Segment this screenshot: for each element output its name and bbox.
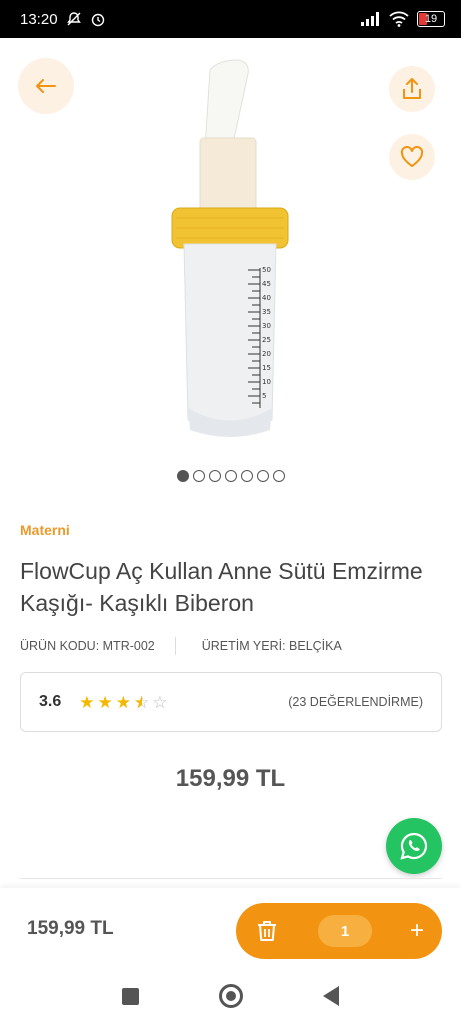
status-time: 13:20: [20, 10, 58, 28]
system-nav-bar: [0, 968, 461, 1024]
heart-icon: [400, 146, 424, 167]
cart-price: 159,99 TL: [27, 918, 114, 939]
favorite-button[interactable]: [389, 134, 435, 180]
product-price: 159,99 TL: [175, 765, 286, 792]
back-button[interactable]: [18, 58, 74, 114]
product-code: ÜRÜN KODU: MTR-002: [20, 639, 155, 653]
star-icon: ☆: [134, 694, 149, 711]
rating-box[interactable]: 3.6 ★★★☆☆ (23 DEĞERLENDİRME): [20, 672, 442, 732]
alarm-icon: [91, 13, 104, 27]
trash-icon: [258, 921, 276, 941]
carousel-dot[interactable]: [192, 470, 205, 482]
home-icon[interactable]: [219, 984, 243, 1008]
carousel-dot[interactable]: [256, 470, 269, 482]
carousel-dot[interactable]: [240, 470, 253, 482]
share-button[interactable]: [389, 66, 435, 112]
product-meta: ÜRÜN KODU: MTR-002 ÜRETİM YERİ: BELÇİKA: [20, 637, 440, 655]
svg-text:25: 25: [262, 336, 271, 344]
review-count[interactable]: (23 DEĞERLENDİRME): [288, 695, 423, 709]
remove-from-cart-button[interactable]: [242, 906, 292, 956]
brand-name[interactable]: Materni: [20, 522, 70, 538]
share-icon: [403, 78, 421, 99]
carousel-indicator: [0, 470, 461, 482]
svg-text:30: 30: [262, 322, 271, 330]
svg-text:20: 20: [262, 350, 271, 358]
star-icon: ★: [79, 692, 95, 712]
svg-text:15: 15: [262, 364, 271, 372]
carousel-dot[interactable]: [176, 470, 189, 482]
svg-text:5: 5: [262, 392, 266, 400]
status-bar: 13:20 19: [0, 0, 461, 38]
svg-text:40: 40: [262, 294, 271, 302]
whatsapp-button[interactable]: [386, 818, 442, 874]
bottom-cart-bar: 159,99 TL 1 +: [0, 888, 461, 968]
increase-quantity-button[interactable]: +: [410, 919, 424, 943]
carousel-dot[interactable]: [224, 470, 237, 482]
whatsapp-icon: [400, 832, 428, 860]
recent-apps-icon[interactable]: [122, 987, 139, 1005]
svg-text:10: 10: [262, 378, 271, 386]
signal-icon: [361, 12, 379, 26]
quantity-value[interactable]: 1: [318, 915, 372, 947]
back-nav-icon[interactable]: [323, 986, 339, 1006]
svg-text:45: 45: [262, 280, 271, 288]
star-icon: ★: [115, 692, 131, 712]
svg-text:50: 50: [262, 266, 271, 274]
cart-quantity-control: 1 +: [236, 903, 442, 959]
product-origin: ÜRETİM YERİ: BELÇİKA: [201, 639, 342, 653]
arrow-left-icon: [36, 79, 56, 93]
wifi-icon: [389, 11, 409, 27]
product-image-carousel[interactable]: 50 45 40 35 30 25 20 15 10 5: [0, 38, 461, 458]
star-icon: ★: [97, 692, 113, 712]
carousel-dot[interactable]: [272, 470, 285, 482]
battery-indicator: 19: [417, 11, 445, 27]
bell-off-icon: [66, 12, 81, 26]
svg-text:35: 35: [262, 308, 271, 316]
product-title: FlowCup Aç Kullan Anne Sütü Emzirme Kaşı…: [20, 558, 423, 616]
star-icon: ☆: [152, 692, 168, 712]
rating-score: 3.6: [39, 693, 62, 710]
rating-stars: ★★★☆☆: [79, 694, 167, 711]
carousel-dot[interactable]: [208, 470, 221, 482]
meta-divider: [174, 637, 176, 655]
divider: [20, 878, 442, 879]
